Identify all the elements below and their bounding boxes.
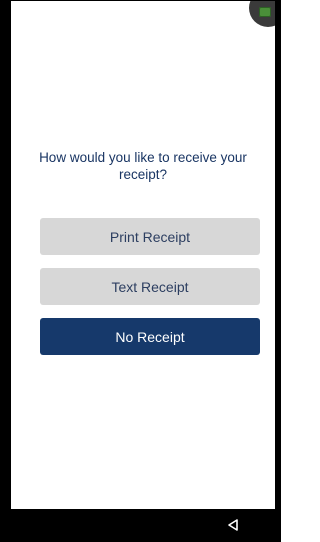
app-launcher-icon[interactable] — [249, 1, 275, 27]
print-receipt-button[interactable]: Print Receipt — [40, 218, 260, 255]
device-frame: How would you like to receive your recei… — [0, 0, 281, 542]
text-receipt-button[interactable]: Text Receipt — [40, 268, 260, 305]
app-launcher-icon-glyph — [259, 7, 271, 17]
android-navigation-bar — [11, 509, 275, 542]
receipt-prompt: How would you like to receive your recei… — [39, 150, 247, 182]
back-icon[interactable] — [226, 518, 240, 532]
no-receipt-button[interactable]: No Receipt — [40, 318, 260, 355]
receipt-screen: How would you like to receive your recei… — [11, 1, 275, 509]
